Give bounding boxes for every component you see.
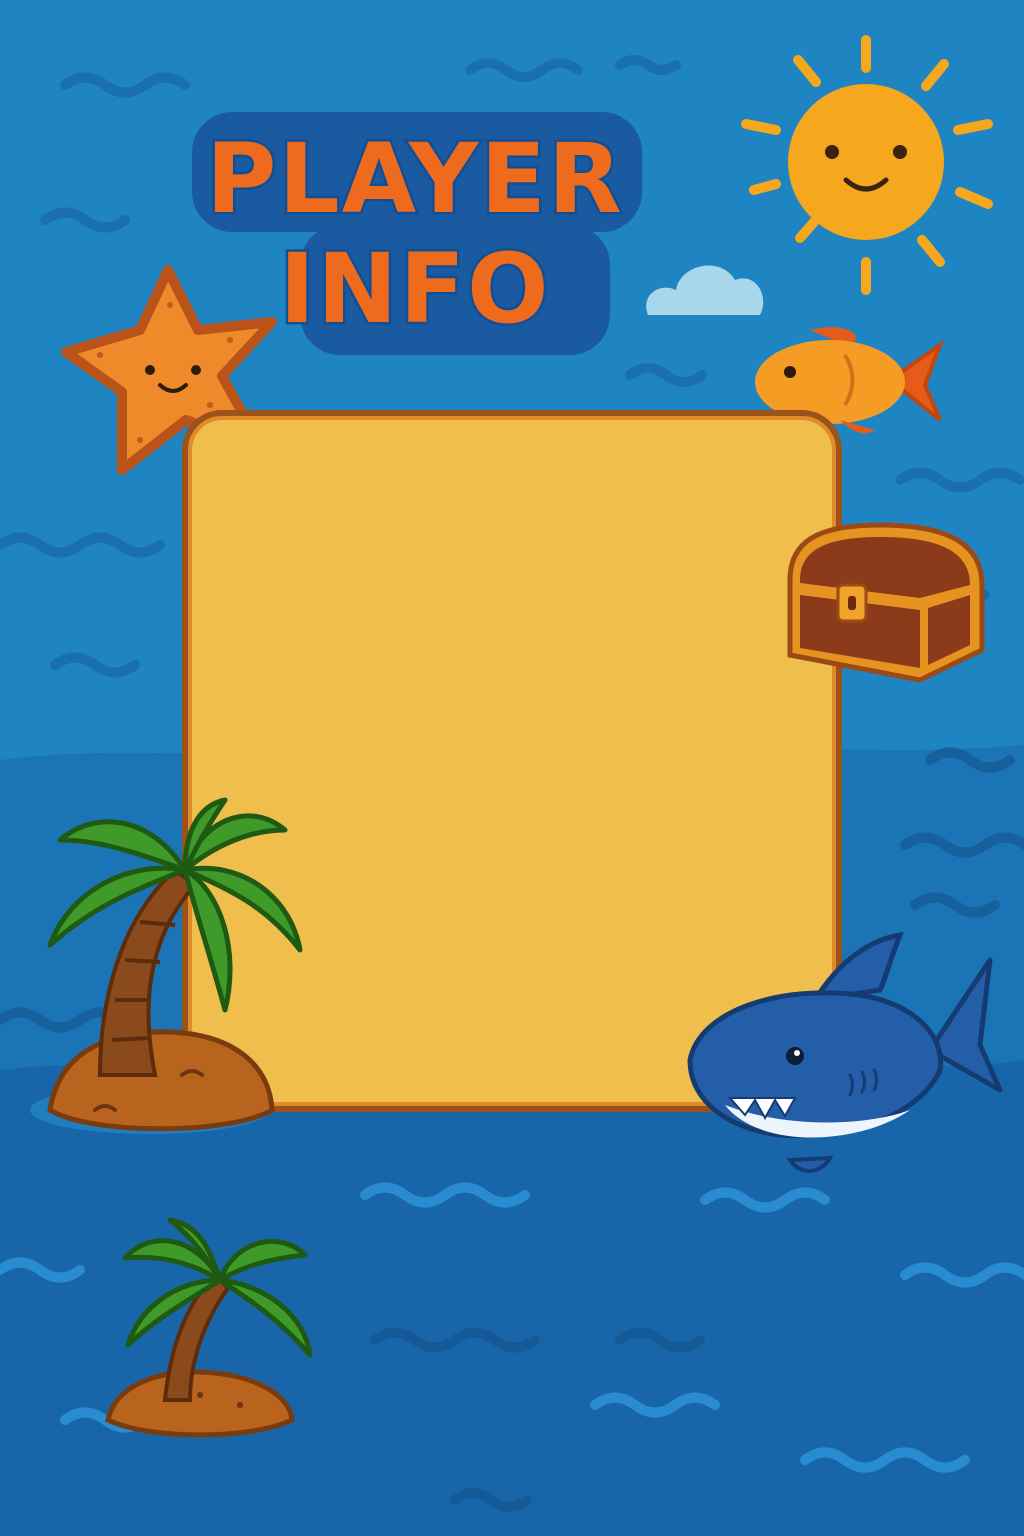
page-title: PLAYER INFO xyxy=(190,105,640,355)
palm-island-icon xyxy=(30,797,303,1134)
title-line-info: INFO xyxy=(277,231,551,348)
title-line-player: PLAYER xyxy=(204,121,625,238)
small-palm-island-icon xyxy=(105,1217,313,1438)
treasure-chest-icon xyxy=(787,522,985,683)
shark-icon xyxy=(687,931,1003,1173)
